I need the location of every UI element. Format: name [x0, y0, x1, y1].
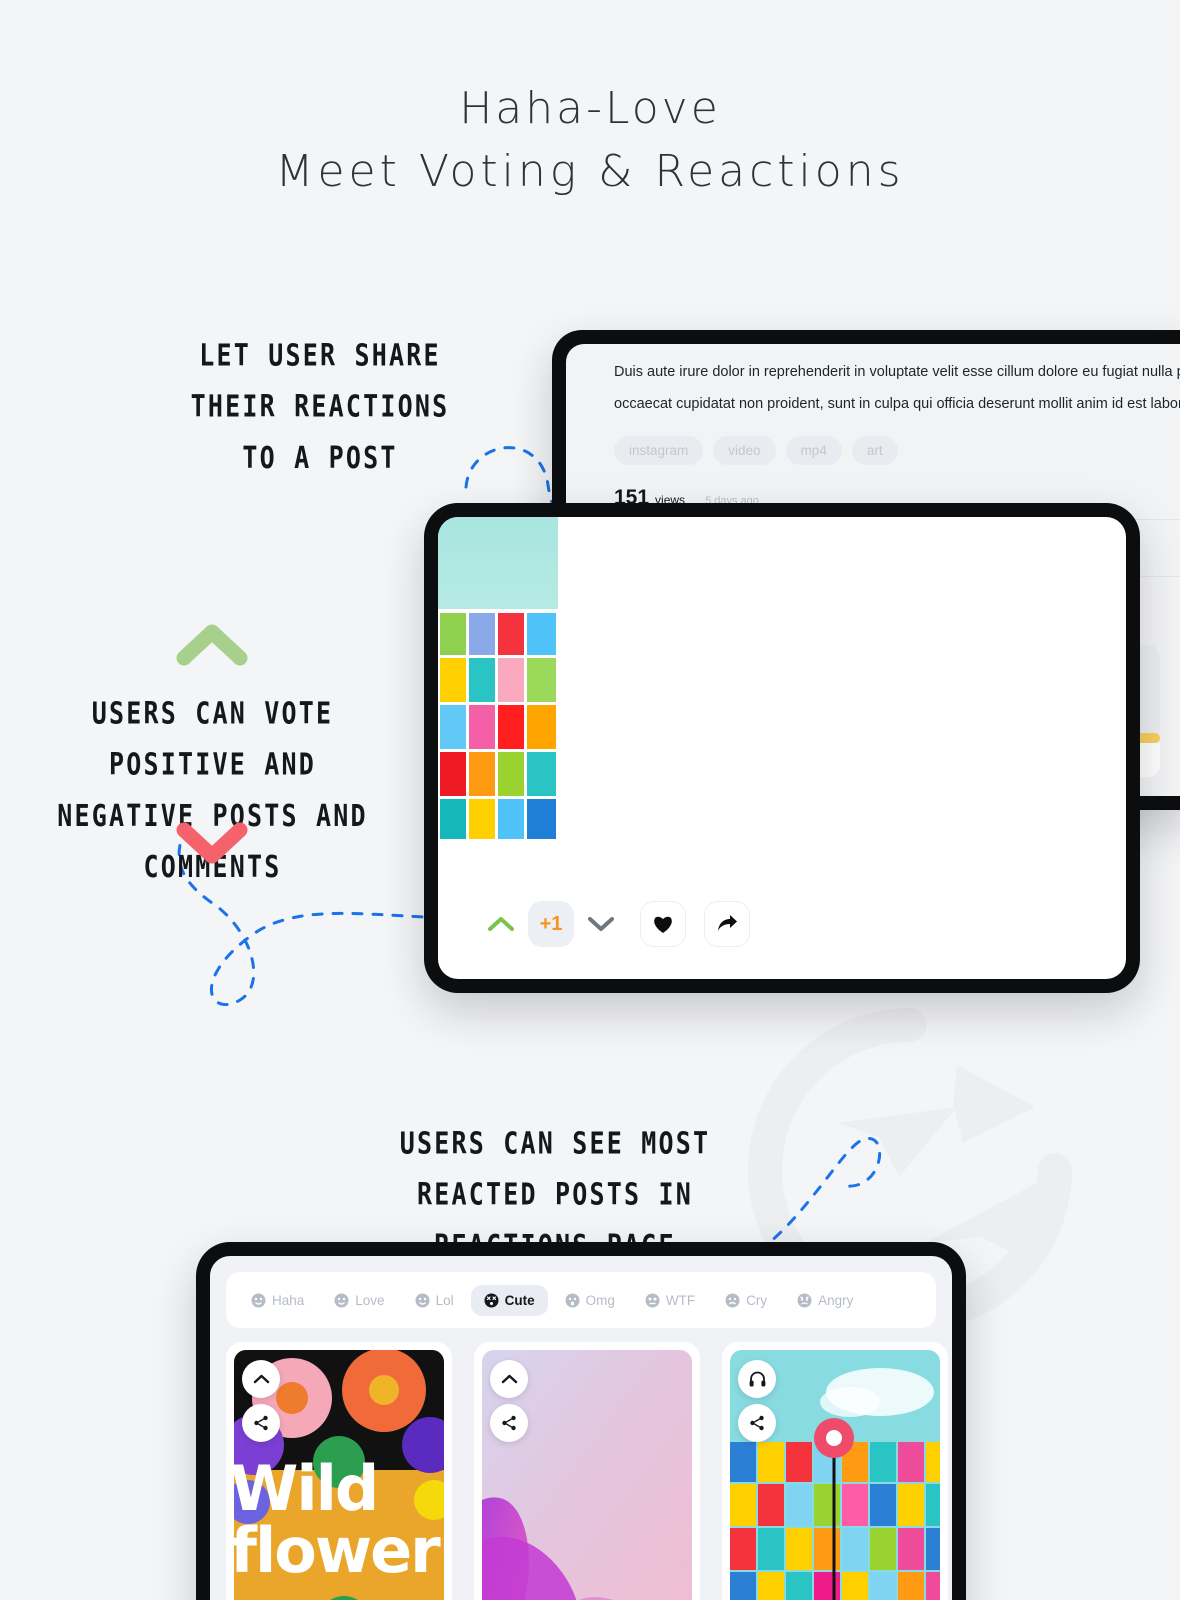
heart-icon [654, 916, 672, 933]
tab-omg[interactable]: Omg [552, 1285, 628, 1316]
favorite-button[interactable] [640, 901, 686, 947]
post-card[interactable]: Image Internet [474, 1342, 700, 1600]
upvote-button[interactable] [486, 914, 516, 934]
tab-lol[interactable]: Lol [402, 1285, 467, 1316]
cute-face-icon [484, 1293, 499, 1307]
omg-face-icon [565, 1293, 580, 1307]
post-card-overlay-title: Wild flower [234, 1452, 441, 1587]
annotation-share-reactions: Let user share their reactions to a post [190, 337, 450, 476]
post-tag[interactable]: mp4 [785, 436, 842, 465]
tablet-reactions-page: Haha Love Lol Cute Omg WTF Cry Angry Wil… [196, 1242, 966, 1600]
tab-label: Cry [746, 1292, 768, 1308]
page-title-line2: Meet Voting & Reactions [275, 146, 905, 197]
post-tag[interactable]: video [713, 436, 776, 465]
post-card[interactable]: Music Music [722, 1342, 948, 1600]
share-button[interactable] [490, 1404, 528, 1442]
post-body-line1: Duis aute irure dolor in reprehenderit i… [614, 364, 1180, 380]
cry-face-icon [725, 1293, 740, 1307]
colorful-lockers-graphic [438, 609, 558, 839]
post-tag[interactable]: instagram [614, 436, 704, 465]
tab-label: WTF [665, 1292, 696, 1308]
headphones-icon [749, 1371, 765, 1387]
wtf-face-icon [645, 1293, 660, 1307]
upvote-button[interactable] [490, 1360, 528, 1398]
page-title-line1: Haha-Love [459, 83, 721, 134]
share-button[interactable] [738, 1404, 776, 1442]
downvote-button[interactable] [586, 914, 616, 934]
share-nodes-icon [750, 1415, 764, 1431]
chevron-down-icon [588, 917, 614, 931]
upvote-button[interactable] [242, 1360, 280, 1398]
tab-cry[interactable]: Cry [712, 1285, 780, 1316]
chevron-up-green-icon [176, 624, 248, 666]
post-body-line2: occaecat cupidatat non proident, sunt in… [614, 396, 1180, 412]
chevron-down-red-icon [176, 822, 248, 864]
page-root: Haha-Love Meet Voting & Reactions Let us… [0, 0, 1180, 1600]
share-arrow-icon [718, 915, 737, 931]
reaction-tab-bar: Haha Love Lol Cute Omg WTF Cry Angry [226, 1272, 936, 1328]
tab-label: Omg [585, 1292, 615, 1308]
tab-angry[interactable]: Angry [784, 1285, 866, 1316]
share-nodes-icon [254, 1415, 268, 1431]
post-card[interactable]: Wild flower [226, 1342, 452, 1600]
chevron-up-icon [488, 917, 514, 931]
tab-label: Angry [818, 1292, 854, 1308]
post-tag[interactable]: art [851, 436, 898, 465]
page-title: Haha-Love Meet Voting & Reactions [0, 78, 1180, 204]
image-sky-area [438, 517, 558, 609]
share-nodes-icon [502, 1415, 516, 1431]
haha-face-icon [251, 1293, 266, 1307]
headphones-button[interactable] [738, 1360, 776, 1398]
vote-score: +1 [528, 901, 574, 947]
love-face-icon [334, 1293, 349, 1307]
tab-haha[interactable]: Haha [238, 1285, 317, 1316]
angry-face-icon [797, 1293, 812, 1307]
share-button[interactable] [704, 901, 750, 947]
tab-label: Love [355, 1292, 385, 1308]
tab-label: Haha [272, 1292, 305, 1308]
chevron-up-icon [501, 1374, 517, 1384]
lol-face-icon [415, 1293, 430, 1307]
tab-cute[interactable]: Cute [470, 1284, 548, 1316]
reacted-post-grid: Wild flower [226, 1342, 948, 1600]
share-button[interactable] [242, 1404, 280, 1442]
chevron-up-icon [253, 1374, 269, 1384]
post-vote-screen: +1 [438, 517, 1126, 979]
tab-wtf[interactable]: WTF [632, 1285, 708, 1316]
tab-love[interactable]: Love [321, 1285, 397, 1316]
reactions-page-screen: Haha Love Lol Cute Omg WTF Cry Angry Wil… [210, 1256, 952, 1600]
tablet-post-vote: +1 [424, 503, 1140, 993]
vote-toolbar: +1 [462, 887, 1102, 961]
post-tag-list: instagram video mp4 art [614, 436, 898, 465]
tab-label: Cute [504, 1292, 535, 1308]
tab-label: Lol [435, 1292, 454, 1308]
